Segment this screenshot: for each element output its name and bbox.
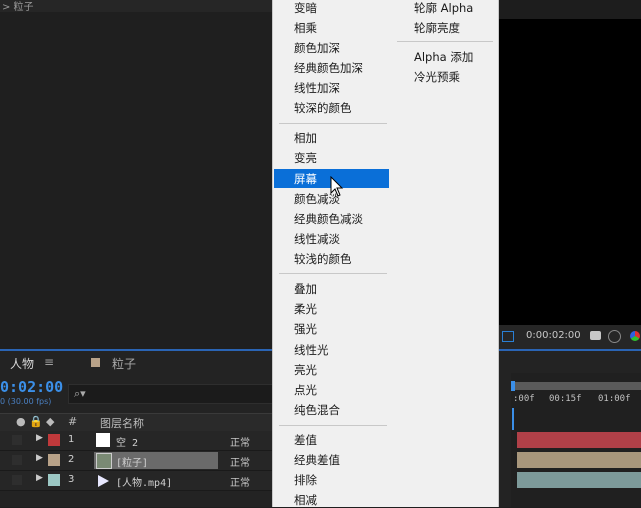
menu-item-color-burn[interactable]: 颜色加深 [294, 40, 340, 56]
menu-item-stencil-alpha[interactable]: 轮廓 Alpha [414, 0, 473, 16]
ruler-label: :00f [513, 394, 535, 404]
layer-label-color[interactable] [48, 454, 60, 466]
comp-thumbnail-icon [96, 453, 112, 469]
menu-item-lighten[interactable]: 变亮 [294, 150, 317, 166]
menu-item-exclusion[interactable]: 排除 [294, 472, 317, 488]
mouse-cursor-icon [330, 175, 344, 198]
current-time-display[interactable]: 0:02:00 [0, 378, 63, 396]
viewer-toolbar: 0:00:02:00 [498, 325, 641, 350]
tab-menu-icon[interactable]: ≡ [44, 355, 54, 369]
layer-row[interactable]: ▶ 2 [粒子] 正常 [0, 451, 272, 471]
visibility-toggle[interactable] [12, 435, 22, 445]
menu-item-classic-difference[interactable]: 经典差值 [294, 452, 340, 468]
video-thumbnail-icon [96, 473, 110, 487]
menu-item-classic-color-dodge[interactable]: 经典颜色减淡 [294, 211, 363, 227]
composition-canvas[interactable] [498, 19, 641, 325]
eye-column-icon[interactable]: ● [16, 415, 26, 428]
composition-viewer-left[interactable] [0, 12, 272, 350]
blend-mode-select[interactable]: 正常 [230, 474, 250, 489]
menu-item-darker-color[interactable]: 较深的颜色 [294, 100, 352, 116]
visibility-toggle[interactable] [12, 475, 22, 485]
expand-triangle-icon[interactable]: ▶ [36, 473, 43, 483]
show-snapshot-icon[interactable] [608, 330, 621, 343]
layer-duration-bar[interactable] [517, 452, 641, 468]
channel-color-icon[interactable] [630, 331, 640, 341]
layer-name-selected-bg [94, 452, 218, 469]
layer-number: 2 [68, 454, 75, 465]
layer-number: 3 [68, 474, 75, 485]
visibility-toggle[interactable] [12, 455, 22, 465]
layer-label-color[interactable] [48, 474, 60, 486]
menu-item-linear-dodge[interactable]: 线性减淡 [294, 231, 340, 247]
menu-item-vivid-light[interactable]: 亮光 [294, 362, 317, 378]
tab-person[interactable]: 人物 [10, 355, 34, 372]
expand-triangle-icon[interactable]: ▶ [36, 433, 43, 443]
layer-number: 1 [68, 434, 75, 445]
solid-thumbnail-icon [96, 433, 110, 447]
menu-item-luminescent-premul[interactable]: 冷光预乘 [414, 69, 460, 85]
tab-particle[interactable]: 粒子 [112, 355, 136, 372]
menu-item-linear-light[interactable]: 线性光 [294, 342, 329, 358]
menu-item-subtract[interactable]: 相减 [294, 492, 317, 508]
menu-item-multiply[interactable]: 相乘 [294, 20, 317, 36]
menu-item-linear-burn[interactable]: 线性加深 [294, 80, 340, 96]
menu-separator [279, 123, 387, 124]
ruler-label: 01:00f [598, 394, 631, 404]
menu-item-soft-light[interactable]: 柔光 [294, 301, 317, 317]
layer-name[interactable]: [人物.mp4] [116, 474, 172, 489]
layer-name[interactable]: 空 2 [116, 434, 138, 449]
frame-rate-display: 0 (30.00 fps) [0, 397, 52, 406]
ruler-label: 00:15f [549, 394, 582, 404]
current-time-indicator[interactable] [512, 408, 514, 430]
layer-row[interactable]: ▶ 3 [人物.mp4] 正常 [0, 471, 272, 491]
search-icon: ⌕▾ [74, 387, 86, 400]
menu-separator [397, 41, 493, 42]
layer-number-header: # [68, 415, 78, 428]
layer-name[interactable]: [粒子] [116, 454, 148, 469]
region-of-interest-icon[interactable] [502, 331, 514, 342]
tab-particle-color-swatch [91, 358, 100, 367]
label-column-icon[interactable]: ◆ [46, 415, 54, 428]
menu-separator [279, 425, 387, 426]
menu-item-hard-mix[interactable]: 纯色混合 [294, 402, 340, 418]
viewer-timecode[interactable]: 0:00:02:00 [526, 330, 581, 341]
menu-item-overlay[interactable]: 叠加 [294, 281, 317, 297]
layer-search-input[interactable] [68, 384, 274, 404]
lock-column-icon[interactable]: 🔒 [29, 415, 43, 428]
work-area-fill [513, 382, 641, 390]
blend-mode-select[interactable]: 正常 [230, 454, 250, 469]
window-title-strip: > 粒子 [0, 0, 272, 13]
camera-snapshot-icon[interactable] [590, 331, 601, 340]
menu-item-classic-color-burn[interactable]: 经典颜色加深 [294, 60, 363, 76]
menu-item-add[interactable]: 相加 [294, 130, 317, 146]
work-area-start-handle[interactable] [511, 381, 515, 391]
menu-item-hard-light[interactable]: 强光 [294, 321, 317, 337]
menu-item-stencil-luma[interactable]: 轮廓亮度 [414, 20, 460, 36]
menu-separator [279, 273, 387, 274]
menu-item-pin-light[interactable]: 点光 [294, 382, 317, 398]
blend-mode-select[interactable]: 正常 [230, 434, 250, 449]
menu-item-lighter-color[interactable]: 较浅的颜色 [294, 251, 352, 267]
layer-duration-bar[interactable] [517, 472, 641, 488]
layer-duration-bar[interactable] [517, 432, 641, 448]
menu-item-screen[interactable]: 屏幕 [294, 171, 317, 187]
menu-item-darken[interactable]: 变暗 [294, 0, 317, 16]
layer-row[interactable]: ▶ 1 空 2 正常 [0, 431, 272, 451]
layer-label-color[interactable] [48, 434, 60, 446]
layer-name-header[interactable]: 图层名称 [100, 415, 144, 431]
expand-triangle-icon[interactable]: ▶ [36, 453, 43, 463]
menu-item-alpha-add[interactable]: Alpha 添加 [414, 49, 473, 65]
menu-item-difference[interactable]: 差值 [294, 432, 317, 448]
